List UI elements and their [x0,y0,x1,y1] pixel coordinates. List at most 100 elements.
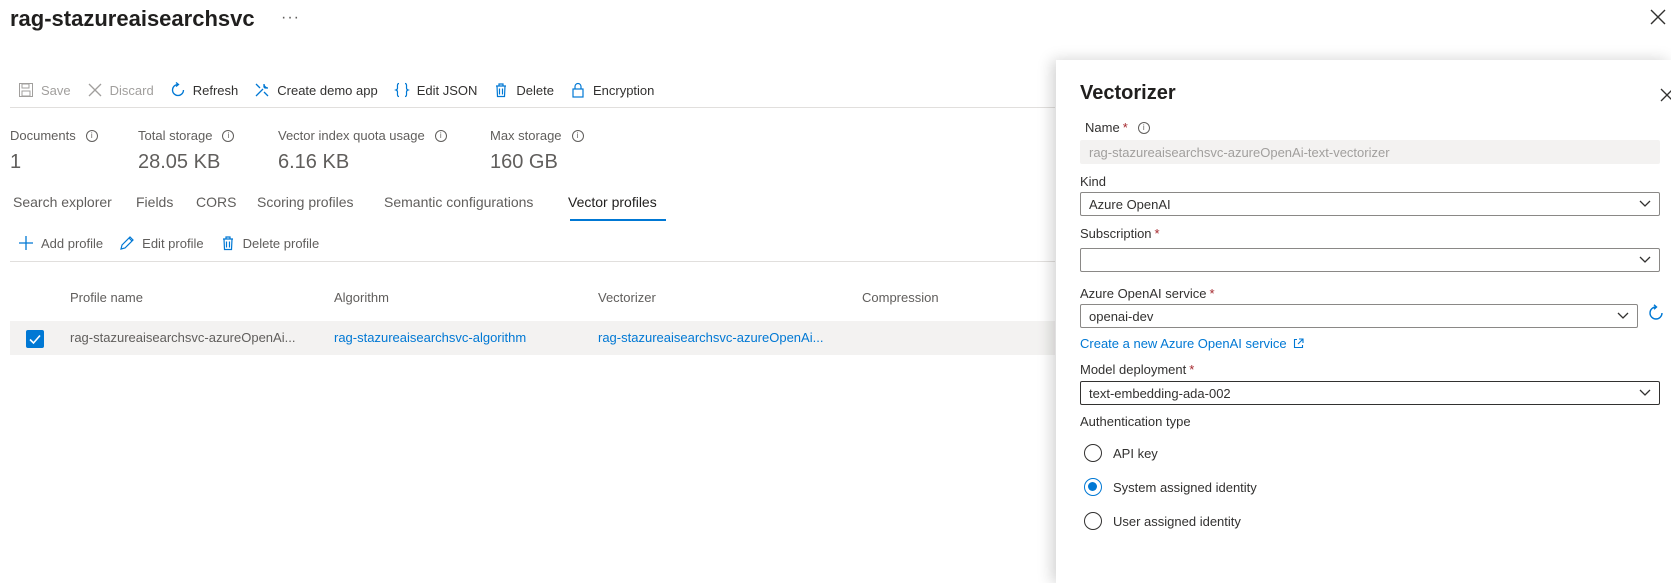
name-label: Name * i [1085,120,1150,135]
radio-button[interactable] [1084,444,1102,462]
row-checkbox[interactable] [26,330,44,348]
radio-button-selected[interactable] [1084,478,1102,496]
profile-command-bar: Add profile Edit profile Delete profile [18,235,335,251]
external-link-icon [1293,338,1304,349]
create-service-link[interactable]: Create a new Azure OpenAI service [1080,336,1304,351]
chevron-down-icon [1617,312,1629,319]
info-icon[interactable]: i [434,129,447,142]
stat-value: 6.16 KB [278,151,350,173]
subtoolbar-divider [10,261,1055,262]
discard-button[interactable]: Discard [87,82,154,98]
info-icon[interactable]: i [85,129,98,142]
checkmark-icon [29,334,41,345]
radio-user-assigned-identity[interactable]: User assigned identity [1084,512,1241,530]
radio-label: System assigned identity [1113,479,1257,495]
edit-profile-button[interactable]: Edit profile [119,235,204,251]
edit-json-label: Edit JSON [416,82,478,98]
stat-value: 1 [10,151,22,173]
subscription-dropdown[interactable] [1080,248,1660,272]
delete-button[interactable]: Delete [493,82,554,98]
tab-scoring-profiles[interactable]: Scoring profiles [257,194,354,210]
service-label: Azure OpenAI service * [1080,286,1215,301]
tab-search-explorer[interactable]: Search explorer [13,194,112,210]
command-bar: Save Discard Refresh Create demo app Edi… [18,80,670,100]
create-demo-app-button[interactable]: Create demo app [254,82,378,98]
radio-system-assigned-identity[interactable]: System assigned identity [1084,478,1257,496]
edit-profile-label: Edit profile [142,235,204,251]
column-header-profile-name[interactable]: Profile name [70,290,143,305]
tab-semantic-configurations[interactable]: Semantic configurations [384,194,533,210]
page-title: rag-stazureaisearchsvc [10,6,255,31]
stat-label: Max storage [490,128,562,143]
cell-profile-name: rag-stazureaisearchsvc-azureOpenAi... [70,330,296,345]
encryption-button[interactable]: Encryption [570,82,654,98]
save-label: Save [41,82,71,98]
column-header-algorithm[interactable]: Algorithm [334,290,389,305]
column-header-compression[interactable]: Compression [862,290,939,305]
radio-api-key[interactable]: API key [1084,444,1158,462]
info-icon[interactable]: i [1137,121,1150,134]
refresh-icon[interactable] [1647,304,1665,322]
cell-vectorizer-link[interactable]: rag-stazureaisearchsvc-azureOpenAi... [598,330,823,345]
encryption-label: Encryption [592,82,655,98]
required-marker: * [1209,286,1215,301]
delete-profile-label: Delete profile [242,235,320,251]
kind-dropdown[interactable]: Azure OpenAI [1080,192,1660,216]
name-label-text: Name [1085,120,1120,135]
tab-fields[interactable]: Fields [136,194,173,210]
stat-total-storage: Total storage i 28.05 KB [138,128,235,174]
kind-value: Azure OpenAI [1089,197,1171,212]
stat-value: 28.05 KB [138,151,221,173]
stat-documents: Documents i 1 [10,128,98,174]
plus-icon [19,236,33,250]
info-icon[interactable]: i [571,129,584,142]
refresh-button[interactable]: Refresh [170,82,238,98]
delete-profile-button[interactable]: Delete profile [220,235,320,251]
edit-json-button[interactable]: Edit JSON [393,82,478,98]
discard-icon [88,83,102,97]
pencil-icon [120,236,135,250]
stat-label: Vector index quota usage [278,128,425,143]
tab-cors[interactable]: CORS [196,194,236,210]
deployment-label-text: Model deployment [1080,362,1187,377]
service-dropdown[interactable]: openai-dev [1080,304,1638,328]
info-icon[interactable]: i [222,129,235,142]
refresh-icon [171,82,184,97]
required-marker: * [1154,226,1160,241]
close-icon[interactable] [1660,88,1671,102]
tab-vector-profiles[interactable]: Vector profiles [568,194,657,210]
radio-label: User assigned identity [1113,513,1241,529]
create-demo-app-label: Create demo app [277,82,378,98]
chevron-down-icon [1639,256,1651,263]
more-options-button[interactable]: ··· [281,9,300,27]
stat-value: 160 GB [490,151,558,173]
subscription-label-text: Subscription [1080,226,1152,241]
name-field: rag-stazureaisearchsvc-azureOpenAi-text-… [1080,140,1660,164]
deployment-dropdown[interactable]: text-embedding-ada-002 [1080,381,1660,405]
subscription-label: Subscription * [1080,226,1160,241]
save-button[interactable]: Save [18,82,71,98]
column-header-vectorizer[interactable]: Vectorizer [598,290,656,305]
required-marker: * [1122,120,1128,135]
deployment-value: text-embedding-ada-002 [1089,386,1231,401]
auth-type-label: Authentication type [1080,414,1191,429]
lock-icon [572,82,584,98]
stat-label: Documents [10,128,76,143]
active-tab-indicator [570,219,666,221]
discard-label: Discard [109,82,154,98]
service-label-text: Azure OpenAI service [1080,286,1207,301]
add-profile-label: Add profile [41,235,104,251]
chevron-down-icon [1639,200,1651,207]
kind-label: Kind [1080,174,1107,189]
stat-label: Total storage [138,128,213,143]
add-profile-button[interactable]: Add profile [18,235,103,251]
stat-vector-quota: Vector index quota usage i 6.16 KB [278,128,447,174]
radio-button[interactable] [1084,512,1102,530]
toolbar-divider [10,107,1055,108]
chevron-down-icon [1639,389,1651,396]
trash-icon [222,236,233,251]
close-icon[interactable] [1649,8,1667,26]
cell-algorithm-link[interactable]: rag-stazureaisearchsvc-algorithm [334,330,526,345]
table-row[interactable]: rag-stazureaisearchsvc-azureOpenAi... ra… [10,321,1055,355]
trash-icon [496,83,507,98]
